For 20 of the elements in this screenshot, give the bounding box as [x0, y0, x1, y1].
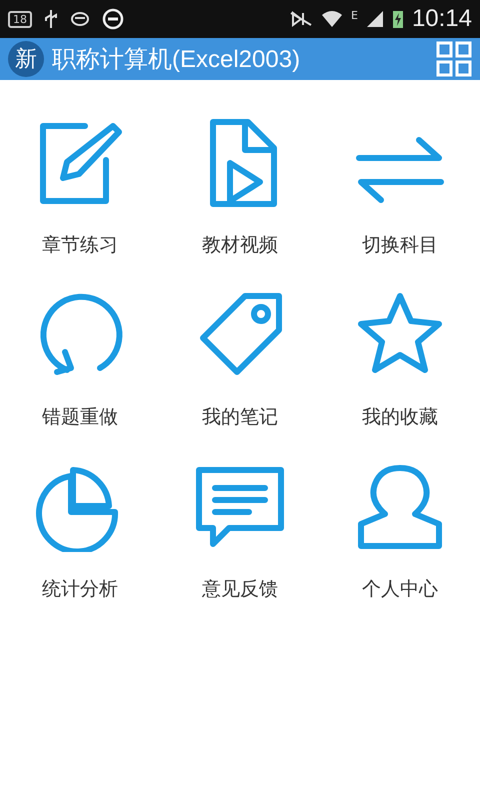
- wifi-icon: [320, 9, 343, 29]
- menu-label[interactable]: 错题重做: [42, 404, 118, 430]
- app-title: 职称计算机(Excel2003): [52, 45, 302, 75]
- menu-label[interactable]: 教材视频: [202, 232, 278, 258]
- network-type: E: [350, 9, 358, 22]
- menu-label[interactable]: 统计分析: [42, 576, 118, 602]
- menu-label[interactable]: 切换科目: [362, 232, 438, 258]
- menu-label[interactable]: 意见反馈: [202, 576, 278, 602]
- clock: 10:14: [412, 5, 472, 33]
- menu-label[interactable]: 我的收藏: [362, 404, 438, 430]
- menu-label[interactable]: 个人中心: [362, 576, 438, 602]
- grid-menu-icon[interactable]: [436, 41, 472, 77]
- menu-label[interactable]: 我的笔记: [202, 404, 278, 430]
- signal-icon: [366, 10, 384, 28]
- block-icon: [102, 8, 124, 30]
- battery-icon: [392, 9, 404, 29]
- user-icon[interactable]: [355, 462, 445, 552]
- app-logo: 新: [8, 41, 44, 77]
- notification-badge: 18: [8, 10, 32, 28]
- menu-label[interactable]: 章节练习: [42, 232, 118, 258]
